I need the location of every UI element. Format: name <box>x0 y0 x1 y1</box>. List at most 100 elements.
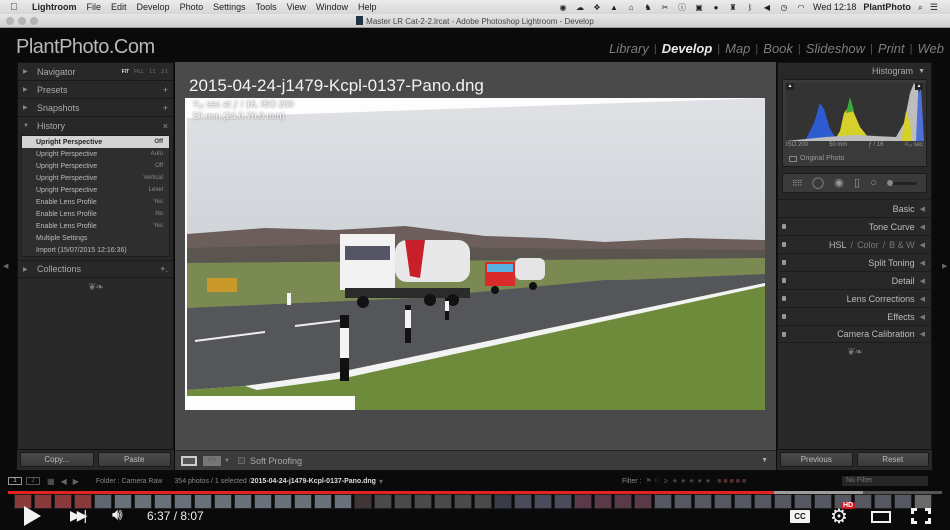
panel-split-toning[interactable]: Split Toning ◀ <box>778 253 931 271</box>
panel-basic[interactable]: Basic ◀ <box>778 199 931 217</box>
snapshots-header[interactable]: ▶ Snapshots + <box>18 99 173 117</box>
panel-hsl-color-bw[interactable]: HSL / Color / B & W ◀ <box>778 235 931 253</box>
add-snapshot-button[interactable]: + <box>163 103 168 113</box>
menu-develop[interactable]: Develop <box>137 2 170 12</box>
panel-switch[interactable] <box>782 331 786 337</box>
history-item[interactable]: Upright Perspective Auto <box>22 148 169 160</box>
presets-header[interactable]: ▶ Presets + <box>18 81 173 99</box>
next-video-button[interactable]: ▶▶| <box>70 507 87 524</box>
history-item[interactable]: Enable Lens Profile No <box>22 208 169 220</box>
loupe-view-button[interactable] <box>181 455 197 466</box>
menu-photo[interactable]: Photo <box>180 2 204 12</box>
right-panel-toggle-icon[interactable]: ▶ <box>942 262 947 270</box>
secondary-window-button[interactable]: 2 <box>26 477 40 485</box>
panel-detail[interactable]: Detail ◀ <box>778 271 931 289</box>
panel-label-bw[interactable]: B & W <box>889 240 915 250</box>
history-item[interactable]: Enable Lens Profile Yes <box>22 196 169 208</box>
module-book[interactable]: Book <box>763 41 793 56</box>
histogram[interactable]: ▲ ▲ ISO 200 50 mm ƒ / 16 ¹⁄₁₃ sec Origin… <box>782 79 927 167</box>
panel-effects[interactable]: Effects ◀ <box>778 307 931 325</box>
history-item[interactable]: Upright Perspective Off <box>22 136 169 148</box>
play-button[interactable] <box>24 506 41 526</box>
menu-view[interactable]: View <box>287 2 306 12</box>
panel-label-hsl[interactable]: HSL <box>829 240 847 250</box>
paste-settings-button[interactable]: Paste <box>97 452 171 467</box>
rating-operator[interactable]: ≥ <box>664 478 668 485</box>
panel-camera-calibration[interactable]: Camera Calibration ◀ <box>778 325 931 343</box>
dropbox-icon[interactable]: ❖ <box>592 3 602 12</box>
volume-button[interactable]: 🔊︎ <box>112 505 123 525</box>
navigator-header[interactable]: ▶ Navigator FIT FILL 1:1 3:1 <box>18 63 173 81</box>
before-after-button[interactable]: Y|Y <box>203 455 221 466</box>
panel-tone-curve[interactable]: Tone Curve ◀ <box>778 217 931 235</box>
panel-switch[interactable] <box>782 242 786 247</box>
toolbar-menu-icon[interactable]: ▼ <box>761 457 768 464</box>
zoom-3-1[interactable]: 3:1 <box>161 69 168 75</box>
theater-mode-button[interactable] <box>871 511 891 523</box>
clock[interactable]: Wed 12:18 <box>813 2 856 12</box>
time-machine-icon[interactable]: ◷ <box>779 3 789 12</box>
drive-icon[interactable]: ▲ <box>609 3 619 12</box>
folder-source[interactable]: Folder : Camera Raw <box>96 478 163 485</box>
panel-switch[interactable] <box>782 278 786 283</box>
add-collection-button[interactable]: +. <box>160 264 168 274</box>
panel-switch[interactable] <box>782 314 786 319</box>
camera-icon[interactable]: ▣ <box>694 3 704 12</box>
shadow-clipping-icon[interactable]: ▲ <box>786 83 794 90</box>
zoom-fill[interactable]: FILL <box>134 69 144 75</box>
selected-filename[interactable]: 2015-04-24-j1479-Kcpl-0137-Pano.dng <box>251 478 376 485</box>
captions-button[interactable]: CC <box>790 510 810 523</box>
soft-proofing-checkbox[interactable] <box>237 457 245 464</box>
filter-preset-select[interactable]: No Filter <box>842 476 928 486</box>
panel-switch[interactable] <box>782 260 786 265</box>
histogram-header[interactable]: Histogram ▼ <box>778 63 931 79</box>
reset-button[interactable]: Reset <box>856 452 929 467</box>
history-item[interactable]: Upright Perspective Vertical <box>22 172 169 184</box>
graduated-filter-icon[interactable]: ▯ <box>854 177 860 189</box>
bluetooth-icon[interactable]: ᛒ <box>745 3 755 12</box>
rating-filter-stars[interactable]: ★★★★★ <box>672 477 713 485</box>
home-icon[interactable]: ⌂ <box>626 3 636 12</box>
menu-settings[interactable]: Settings <box>213 2 246 12</box>
color-label-filter-icon[interactable]: ■ ■ ■ ■ ■ <box>717 478 746 485</box>
evernote-icon[interactable]: ♞ <box>643 3 653 12</box>
before-after-dropdown-icon[interactable]: ▼ <box>224 458 230 464</box>
apple-menu-icon[interactable]:  <box>10 2 24 13</box>
panel-switch[interactable] <box>782 296 786 301</box>
tool-icon[interactable]: ✂ <box>660 3 670 12</box>
binoculars-icon[interactable]: ♜ <box>728 3 738 12</box>
menu-window[interactable]: Window <box>316 2 348 12</box>
radial-filter-icon[interactable]: ○ <box>870 177 877 189</box>
back-arrow-icon[interactable]: ◀ <box>61 477 67 486</box>
module-develop[interactable]: Develop <box>662 41 713 56</box>
spotlight-icon[interactable]: ⌕ <box>918 2 923 13</box>
history-item[interactable]: Import (15/07/2015 12:16:36) <box>22 244 169 256</box>
panel-lens-corrections[interactable]: Lens Corrections ◀ <box>778 289 931 307</box>
photo-preview[interactable] <box>185 98 765 410</box>
history-item[interactable]: Multiple Settings <box>22 232 169 244</box>
user-name[interactable]: PlantPhoto <box>863 2 911 12</box>
zoom-1-1[interactable]: 1:1 <box>149 69 156 75</box>
module-print[interactable]: Print <box>878 41 905 56</box>
volume-icon[interactable]: ◀ <box>762 3 772 12</box>
copy-settings-button[interactable]: Copy... <box>20 452 94 467</box>
history-header[interactable]: ▼ History × <box>18 117 173 135</box>
main-window-button[interactable]: 1 <box>8 477 22 485</box>
collections-header[interactable]: ▶ Collections +. <box>18 260 173 278</box>
forward-arrow-icon[interactable]: ▶ <box>73 477 79 486</box>
history-item[interactable]: Upright Perspective Off <box>22 160 169 172</box>
module-slideshow[interactable]: Slideshow <box>806 41 865 56</box>
history-item[interactable]: Enable Lens Profile Yes <box>22 220 169 232</box>
left-panel-toggle-icon[interactable]: ◀ <box>3 262 8 270</box>
module-web[interactable]: Web <box>918 41 945 56</box>
menu-lightroom[interactable]: Lightroom <box>32 2 77 12</box>
history-item[interactable]: Upright Perspective Level <box>22 184 169 196</box>
menu-tools[interactable]: Tools <box>256 2 277 12</box>
flag-filter-icon[interactable]: ⚑ ⚐ <box>645 477 660 485</box>
add-preset-button[interactable]: + <box>163 85 168 95</box>
filename-dropdown-icon[interactable]: ▾ <box>379 477 383 486</box>
adjustment-brush-slider[interactable] <box>886 179 917 186</box>
crop-overlay-icon[interactable]: ⠿⠿ <box>792 178 803 189</box>
red-eye-icon[interactable]: ◉ <box>834 177 844 189</box>
clear-history-button[interactable]: × <box>163 121 168 131</box>
